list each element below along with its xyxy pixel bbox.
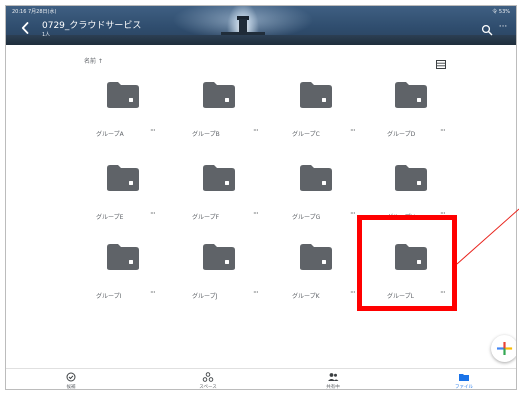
list-view-icon: [436, 60, 446, 69]
bottom-nav-label: 共有中: [326, 385, 340, 390]
folder-icon: [203, 82, 235, 108]
folder-icon: [395, 82, 427, 108]
folder-more-button[interactable]: ···: [350, 209, 356, 218]
more-options-icon: ···: [498, 22, 508, 32]
bottom-navigation: 候補 スペース 共有中 ファイル: [6, 368, 516, 390]
spaces-icon: [202, 372, 214, 382]
folder-more-button[interactable]: ···: [350, 126, 356, 135]
folder-more-button[interactable]: ···: [253, 209, 259, 218]
folder-name: グループE: [96, 214, 124, 221]
folder-header: 20:16 7月28日(水) 令 53% 0729_クラウドサービス 1人 ··…: [6, 6, 516, 45]
drive-app-window: 20:16 7月28日(水) 令 53% 0729_クラウドサービス 1人 ··…: [5, 5, 517, 390]
bottom-nav-label: ファイル: [455, 385, 473, 390]
sort-by-name-button[interactable]: 名前 ↑: [84, 56, 103, 65]
page-title: 0729_クラウドサービス: [42, 21, 142, 31]
folder-name: グループD: [387, 131, 416, 138]
folder-more-button[interactable]: ···: [150, 126, 156, 135]
folder-icon: [107, 82, 139, 108]
more-options-button[interactable]: ···: [496, 22, 510, 32]
folder-name: グループK: [292, 293, 320, 300]
chevron-left-icon: [21, 22, 29, 34]
folder-name: グループC: [292, 131, 320, 138]
bottom-nav-item[interactable]: スペース: [178, 369, 238, 390]
folder-item[interactable]: グループF ···: [192, 164, 292, 234]
folder-more-button[interactable]: ···: [150, 288, 156, 297]
folder-item[interactable]: グループA ···: [96, 81, 196, 151]
folder-name: グループJ: [192, 293, 218, 300]
view-toggle-button[interactable]: [436, 54, 446, 69]
bottom-nav-item[interactable]: 候補: [41, 369, 101, 390]
folder-more-button[interactable]: ···: [350, 288, 356, 297]
folder-item[interactable]: グループB ···: [192, 81, 292, 151]
folder-more-button[interactable]: ···: [440, 126, 446, 135]
back-button[interactable]: [18, 20, 32, 36]
folder-icon: [203, 165, 235, 191]
folder-name: グループF: [192, 214, 220, 221]
folder-icon: [395, 165, 427, 191]
folder-icon: [300, 82, 332, 108]
bottom-nav-item[interactable]: ファイル: [434, 369, 494, 390]
search-icon: [481, 24, 493, 36]
folder-icon: [203, 244, 235, 270]
folder-item[interactable]: グループE ···: [96, 164, 196, 234]
bottom-nav-item[interactable]: 共有中: [303, 369, 363, 390]
folder-item[interactable]: グループI ···: [96, 243, 196, 313]
folder-icon: [107, 244, 139, 270]
folder-more-button[interactable]: ···: [253, 288, 259, 297]
check-circle-icon: [66, 372, 76, 382]
folder-name: グループB: [192, 131, 220, 138]
folder-name: グループI: [96, 293, 122, 300]
status-battery: 令 53%: [492, 9, 510, 15]
header-image-ground: [6, 35, 516, 45]
bottom-nav-label: 候補: [66, 385, 76, 390]
folder-more-button[interactable]: ···: [253, 126, 259, 135]
shared-people-icon: [328, 373, 339, 381]
folder-name: グループA: [96, 131, 124, 138]
search-button[interactable]: [481, 21, 493, 36]
folder-name: グループG: [292, 214, 321, 221]
highlight-annotation: [357, 215, 457, 311]
bottom-nav-label: スペース: [199, 385, 217, 390]
folder-item[interactable]: グループJ ···: [192, 243, 292, 313]
folder-item[interactable]: グループD ···: [387, 81, 484, 151]
folder-icon: [107, 165, 139, 191]
folder-icon: [300, 165, 332, 191]
status-time: 20:16 7月28日(水): [12, 9, 57, 15]
folder-icon: [459, 374, 469, 381]
plus-icon: [497, 342, 513, 355]
folder-icon: [300, 244, 332, 270]
folder-item[interactable]: グループC ···: [292, 81, 389, 151]
create-new-button[interactable]: [491, 335, 516, 362]
folder-more-button[interactable]: ···: [150, 209, 156, 218]
folder-member-count: 1人: [42, 32, 51, 38]
